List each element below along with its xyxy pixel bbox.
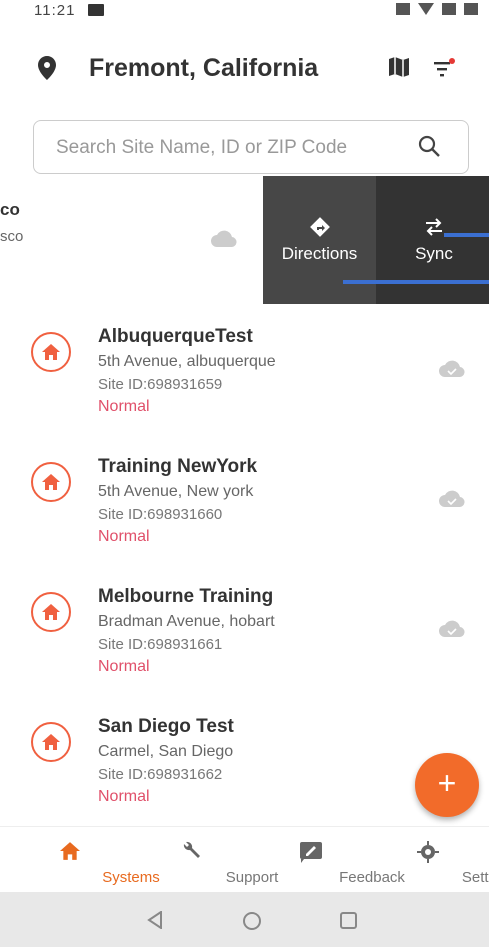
sync-label: Sync xyxy=(415,244,453,263)
signal-icon xyxy=(442,3,456,15)
home-icon xyxy=(31,722,71,762)
list-item[interactable]: Training NewYork 5th Avenue, New york Si… xyxy=(0,434,492,564)
site-name-fragment: co xyxy=(0,200,20,219)
map-icon[interactable] xyxy=(388,56,410,83)
tab-support[interactable]: Support xyxy=(129,827,278,893)
site-address: 5th Avenue, New york xyxy=(98,483,254,500)
back-icon[interactable] xyxy=(147,910,163,934)
tab-label: Settings xyxy=(461,869,492,886)
gear-icon xyxy=(416,841,439,868)
search-input[interactable] xyxy=(56,134,396,162)
status-icons xyxy=(396,3,478,15)
home-icon xyxy=(31,462,71,502)
wifi-icon xyxy=(418,3,434,15)
sync-button[interactable]: Sync xyxy=(376,176,492,304)
status-time: 11:21 xyxy=(34,2,76,19)
directions-label: Directions xyxy=(281,244,358,263)
list-item[interactable]: AlbuquerqueTest 5th Avenue, albuquerque … xyxy=(0,304,492,434)
wrench-icon xyxy=(181,841,201,866)
cloud-check-icon xyxy=(438,620,466,643)
site-address: 5th Avenue, albuquerque xyxy=(98,353,276,370)
site-name: San Diego Test xyxy=(98,716,234,737)
site-id: Site ID:698931660 xyxy=(98,506,223,523)
tab-systems[interactable]: Systems xyxy=(8,827,160,893)
site-status: Normal xyxy=(98,658,150,675)
directions-icon xyxy=(309,216,331,243)
system-nav-bar xyxy=(0,892,492,947)
site-name: Melbourne Training xyxy=(98,586,274,607)
highlight-line xyxy=(444,233,492,237)
search-box[interactable] xyxy=(33,120,469,174)
recents-icon[interactable] xyxy=(340,912,357,929)
mute-icon xyxy=(396,3,410,15)
highlight-line xyxy=(343,280,492,284)
site-address: Bradman Avenue, hobart xyxy=(98,613,275,630)
site-address-fragment: sco xyxy=(0,228,24,245)
feedback-icon xyxy=(299,841,323,868)
battery-icon xyxy=(464,3,478,15)
filter-icon[interactable] xyxy=(432,58,456,83)
home-icon xyxy=(31,332,71,372)
tab-settings[interactable]: Settings xyxy=(366,827,492,893)
home-button-icon[interactable] xyxy=(243,912,261,930)
cloud-check-icon xyxy=(438,360,466,383)
header: Fremont, California xyxy=(0,44,492,94)
sync-icon xyxy=(423,216,445,243)
list-item[interactable]: Melbourne Training Bradman Avenue, hobar… xyxy=(0,564,492,694)
search-icon[interactable] xyxy=(418,135,440,162)
home-icon xyxy=(31,592,71,632)
directions-button[interactable]: Directions xyxy=(263,176,376,304)
site-status: Normal xyxy=(98,788,150,805)
site-list: AlbuquerqueTest 5th Avenue, albuquerque … xyxy=(0,304,492,824)
site-id: Site ID:698931662 xyxy=(98,766,223,783)
location-pin-icon[interactable] xyxy=(38,56,56,85)
site-id: Site ID:698931661 xyxy=(98,636,223,653)
cloud-sync-icon xyxy=(210,230,238,253)
site-name: Training NewYork xyxy=(98,456,258,477)
swipe-actions: Directions Sync xyxy=(263,176,492,304)
cloud-check-icon xyxy=(438,490,466,513)
status-bar: 11:21 xyxy=(0,0,492,24)
site-id: Site ID:698931659 xyxy=(98,376,223,393)
site-name: AlbuquerqueTest xyxy=(98,326,253,347)
list-item[interactable]: San Diego Test Carmel, San Diego Site ID… xyxy=(0,694,492,824)
site-status: Normal xyxy=(98,398,150,415)
bottom-nav: Systems Support Feedback Settings xyxy=(0,826,492,892)
site-status: Normal xyxy=(98,528,150,545)
location-title[interactable]: Fremont, California xyxy=(89,54,318,83)
tab-feedback[interactable]: Feedback xyxy=(249,827,405,893)
add-site-button[interactable]: + xyxy=(415,753,479,817)
image-notification-icon xyxy=(88,4,104,16)
home-icon xyxy=(59,841,80,866)
plus-icon: + xyxy=(437,765,457,801)
site-address: Carmel, San Diego xyxy=(98,743,234,760)
